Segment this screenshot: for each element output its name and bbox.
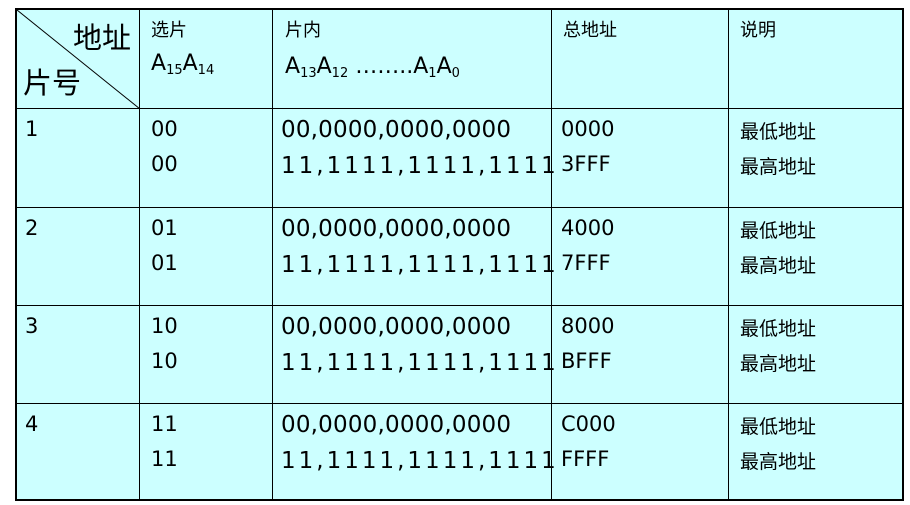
total-low: 8000 xyxy=(561,314,615,338)
header-note: 说明 xyxy=(740,20,776,41)
note-low: 最低地址 xyxy=(740,121,817,143)
row-divider xyxy=(17,207,902,208)
inner-low: 00,0000,0000,0000 xyxy=(281,117,512,143)
select-low: 00 xyxy=(151,117,178,141)
inner-high: 11,1111,1111,1111 xyxy=(281,252,559,278)
select-high: 10 xyxy=(151,349,178,373)
total-low: C000 xyxy=(561,412,616,436)
note-high: 最高地址 xyxy=(740,451,817,473)
note-high: 最高地址 xyxy=(740,156,817,178)
select-high: 00 xyxy=(151,152,178,176)
address-table: 地址 片号 选片 A15A14 片内 A13A12 ……..A1A0 总地址 说… xyxy=(15,8,904,501)
note-low: 最低地址 xyxy=(740,318,817,340)
total-high: 7FFF xyxy=(561,251,611,275)
inner-high: 11,1111,1111,1111 xyxy=(281,448,559,474)
note-low: 最低地址 xyxy=(740,220,817,242)
header-select-pins: A15A14 xyxy=(151,51,215,78)
select-low: 10 xyxy=(151,314,178,338)
select-high: 01 xyxy=(151,251,178,275)
total-high: BFFF xyxy=(561,349,612,373)
total-high: 3FFF xyxy=(561,152,611,176)
column-divider xyxy=(728,10,729,499)
header-select: 选片 xyxy=(151,20,187,41)
header-inner-pins: A13A12 ……..A1A0 xyxy=(285,54,460,81)
inner-high: 11,1111,1111,1111 xyxy=(281,153,559,179)
select-low: 01 xyxy=(151,216,178,240)
note-high: 最高地址 xyxy=(740,353,817,375)
row-divider xyxy=(17,108,902,109)
note-high: 最高地址 xyxy=(740,255,817,277)
chip-number: 3 xyxy=(25,314,39,338)
row-divider xyxy=(17,403,902,404)
column-divider xyxy=(272,10,273,499)
chip-number: 4 xyxy=(25,412,39,436)
corner-address-label: 地址 xyxy=(73,21,132,55)
column-divider xyxy=(139,10,140,499)
inner-high: 11,1111,1111,1111 xyxy=(281,350,559,376)
select-low: 11 xyxy=(151,412,178,436)
chip-number: 1 xyxy=(25,117,39,141)
total-high: FFFF xyxy=(561,447,610,471)
total-low: 0000 xyxy=(561,117,615,141)
corner-chip-label: 片号 xyxy=(23,66,82,100)
note-low: 最低地址 xyxy=(740,416,817,438)
header-inner: 片内 xyxy=(285,20,321,41)
inner-low: 00,0000,0000,0000 xyxy=(281,314,512,340)
inner-low: 00,0000,0000,0000 xyxy=(281,216,512,242)
select-high: 11 xyxy=(151,447,178,471)
total-low: 4000 xyxy=(561,216,615,240)
header-total-address: 总地址 xyxy=(563,20,617,41)
row-divider xyxy=(17,305,902,306)
inner-low: 00,0000,0000,0000 xyxy=(281,412,512,438)
chip-number: 2 xyxy=(25,216,39,240)
